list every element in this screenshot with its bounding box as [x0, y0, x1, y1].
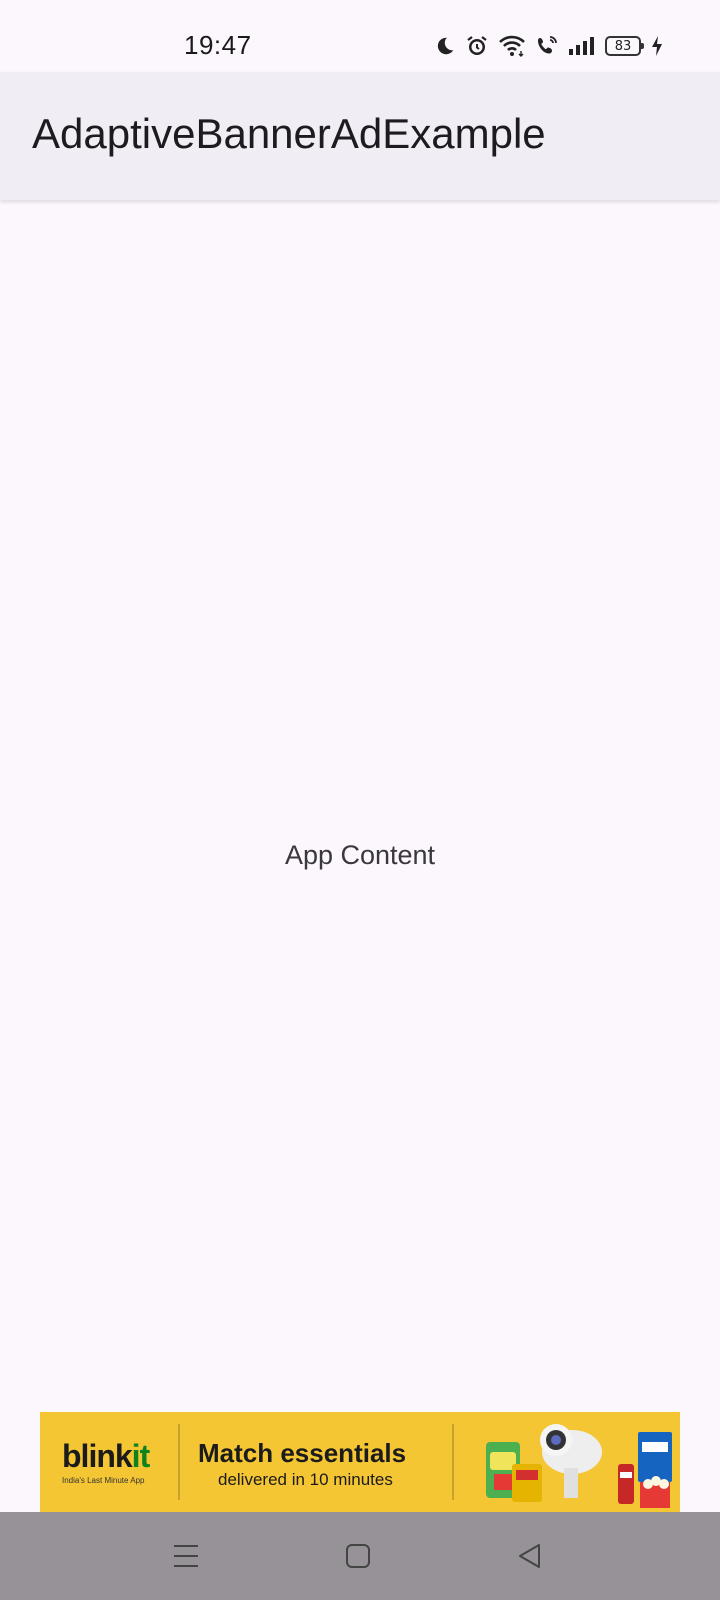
ad-brand-logo: blinkit [62, 1438, 151, 1475]
wifi-icon [498, 34, 526, 58]
ad-tagline: India's Last Minute App [62, 1476, 145, 1485]
ad-divider [452, 1424, 454, 1500]
ad-brand-prefix: blink [62, 1438, 133, 1474]
ad-subline: delivered in 10 minutes [218, 1470, 393, 1489]
app-bar: AdaptiveBannerAdExample [0, 72, 720, 200]
status-time: 19:47 [184, 30, 252, 60]
home-icon[interactable] [338, 1536, 378, 1576]
ad-product-image [476, 1412, 680, 1512]
screen: 19:47 83 AdaptiveBannerAdExample App Con… [0, 0, 720, 1600]
ad-banner[interactable]: blinkit India's Last Minute App Match es… [40, 1412, 680, 1512]
ad-brand-suffix: it [131, 1438, 151, 1474]
battery-icon: 83 [605, 36, 644, 56]
charging-icon [650, 35, 664, 57]
menu-icon[interactable] [166, 1536, 206, 1576]
ad-headline: Match essentials [198, 1438, 407, 1468]
back-icon[interactable] [510, 1536, 550, 1576]
main-content: App Content [0, 200, 720, 1410]
signal-icon [568, 36, 596, 56]
navigation-bar [0, 1512, 720, 1600]
status-icons: 83 [434, 32, 664, 60]
page-title: AdaptiveBannerAdExample [32, 110, 546, 157]
status-bar: 19:47 83 [0, 0, 720, 72]
content-text: App Content [284, 840, 436, 870]
wifi-call-icon [535, 34, 559, 58]
alarm-icon [465, 34, 489, 58]
moon-icon [434, 35, 456, 57]
ad-divider [178, 1424, 180, 1500]
